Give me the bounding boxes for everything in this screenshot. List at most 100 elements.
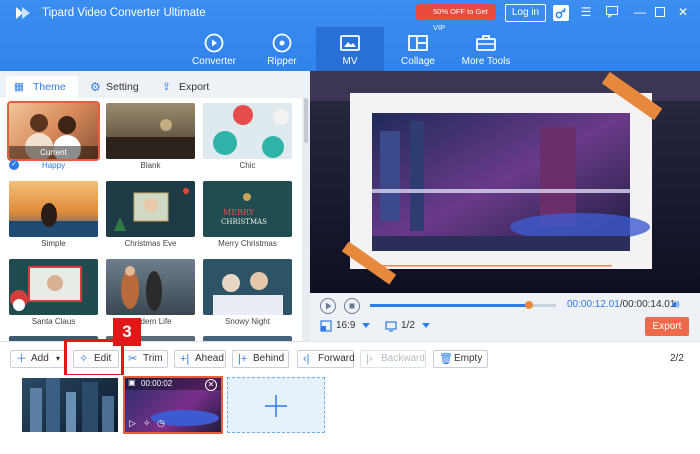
theme-thumb-happy[interactable]: Current	[7, 101, 100, 161]
login-button[interactable]: Log in	[505, 4, 546, 22]
stop-button[interactable]	[344, 298, 360, 314]
scissors-icon: ✂	[128, 353, 138, 365]
theme-label: Simple	[41, 239, 66, 248]
converter-icon	[204, 33, 224, 53]
backward-icon: |›	[366, 353, 373, 365]
app-title: Tipard Video Converter Ultimate	[42, 7, 206, 19]
clip-thumb-selected[interactable]: 00:00:02 ▣ ✕ ▷ ✧ ◷	[123, 376, 223, 434]
theme-label: Blank	[140, 161, 161, 170]
play-icon	[326, 302, 332, 310]
button-label: Behind	[253, 353, 285, 364]
button-label: Ahead	[195, 353, 224, 364]
plus-icon: ＋	[16, 353, 27, 365]
theme-thumb-simple[interactable]	[9, 181, 98, 237]
close-clip-icon[interactable]: ✕	[205, 379, 217, 391]
add-button[interactable]: ＋ Add ▾	[10, 350, 65, 368]
theme-preview-image	[9, 203, 98, 237]
clock-icon[interactable]: ◷	[157, 418, 165, 429]
add-clip-button[interactable]	[227, 377, 325, 433]
nav-label: Collage	[401, 56, 435, 67]
progress-knob[interactable]	[525, 301, 534, 309]
theme-preview-image	[121, 266, 162, 311]
tab-setting[interactable]: ⚙ Setting	[88, 76, 158, 98]
theme-thumb-christmas-eve[interactable]	[106, 181, 195, 237]
theme-preview-image	[213, 272, 283, 315]
time-current: 00:00:12.01	[567, 299, 620, 310]
insert-behind-icon: |+	[238, 353, 248, 365]
menu-icon[interactable]: ☰	[577, 3, 595, 21]
nav-more-tools[interactable]: More Tools	[452, 27, 520, 71]
theme-thumb-modern-life[interactable]	[106, 259, 195, 315]
nav-label: Ripper	[267, 56, 297, 67]
feedback-icon[interactable]	[603, 3, 621, 21]
theme-thumb-merry-christmas[interactable]: MERRY CHRISTMAS	[203, 181, 292, 237]
nav-ripper[interactable]: Ripper	[248, 27, 316, 71]
theme-label: Merry Christmas	[218, 239, 277, 248]
progress-fill	[370, 304, 530, 307]
button-label: Backward	[381, 353, 425, 364]
vip-promo-banner[interactable]: 50% OFF to Get VIP	[416, 4, 496, 32]
nav-converter[interactable]: Converter	[180, 27, 248, 71]
scroll-thumb[interactable]	[304, 98, 308, 143]
forward-button[interactable]: ‹| Forward	[297, 350, 355, 368]
empty-button[interactable]: 🗑︎ Empty	[433, 350, 488, 368]
backward-button[interactable]: |› Backward	[360, 350, 426, 368]
nav-label: More Tools	[461, 56, 511, 67]
screen-icon	[385, 321, 397, 332]
theme-panel: ▦ Theme ⚙ Setting ⇪ Export Current Happy…	[0, 71, 310, 341]
theme-thumb-santa-claus[interactable]	[9, 259, 98, 315]
aspect-ratio-select[interactable]: 16:9	[336, 320, 355, 331]
clip-thumb[interactable]	[22, 378, 118, 432]
gear-icon: ⚙	[90, 80, 101, 94]
svg-text:MERRY: MERRY	[223, 208, 255, 217]
theme-preview-image: MERRYCHRISTMAS	[221, 193, 267, 226]
export-button[interactable]: Export	[645, 317, 689, 336]
tab-export[interactable]: ⇪ Export	[160, 76, 230, 98]
preview-image	[310, 71, 700, 293]
trim-button[interactable]: ✂ Trim	[122, 350, 168, 368]
tab-theme[interactable]: ▦ Theme	[6, 76, 78, 98]
theme-icon: ▦	[14, 81, 24, 93]
theme-thumb-chic[interactable]	[203, 103, 292, 159]
step-badge: 3	[113, 318, 141, 346]
theme-preview-image	[213, 105, 289, 158]
maximize-icon[interactable]	[651, 3, 669, 21]
chevron-down-icon[interactable]	[422, 323, 430, 328]
chevron-down-icon[interactable]	[362, 323, 370, 328]
clip-count: 2/2	[670, 353, 684, 364]
clip-timeline: 00:00:02 ▣ ✕ ▷ ✧ ◷	[0, 375, 700, 454]
theme-grid: Current Happy Blank Chic ✓ MERRY CHRISTMA…	[0, 98, 302, 341]
page-select[interactable]: 1/2	[401, 320, 415, 331]
aspect-ratio-icon	[320, 320, 332, 332]
theme-preview-image	[106, 119, 195, 159]
theme-scrollbar[interactable]	[302, 98, 310, 341]
theme-label: Christmas Eve	[124, 239, 177, 248]
button-label: Empty	[454, 353, 483, 364]
preview-canvas	[310, 71, 700, 293]
play-clip-icon[interactable]: ▷	[129, 418, 136, 429]
behind-button[interactable]: |+ Behind	[232, 350, 289, 368]
button-label: Add	[31, 353, 49, 364]
player-controls: 00:00:12.01/00:00:14.01 🔊︎ 16:9 1/2 Expo…	[310, 293, 700, 341]
clip-duration: 00:00:02	[141, 379, 173, 388]
theme-thumb-blank[interactable]	[106, 103, 195, 159]
tab-label: Setting	[106, 81, 139, 93]
playback-progress[interactable]	[370, 301, 556, 309]
stop-icon	[349, 303, 355, 309]
ahead-button[interactable]: +| Ahead	[174, 350, 226, 368]
nav-mv[interactable]: MV	[316, 27, 384, 71]
panel-tabs: ▦ Theme ⚙ Setting ⇪ Export	[0, 71, 310, 98]
key-icon[interactable]	[553, 5, 569, 21]
minimize-icon[interactable]: —	[631, 3, 649, 21]
collage-icon	[408, 35, 428, 51]
clip-image	[30, 378, 114, 432]
close-icon[interactable]: ✕	[674, 3, 692, 21]
plus-icon	[265, 395, 287, 417]
volume-icon[interactable]: 🔊︎	[672, 297, 680, 312]
theme-thumb-snowy-night[interactable]	[203, 259, 292, 315]
trash-icon: 🗑︎	[439, 353, 453, 365]
edit-clip-icon[interactable]: ✧	[143, 418, 151, 429]
nav-collage[interactable]: Collage	[384, 27, 452, 71]
theme-preview-image	[10, 266, 82, 311]
play-button[interactable]	[320, 298, 336, 314]
